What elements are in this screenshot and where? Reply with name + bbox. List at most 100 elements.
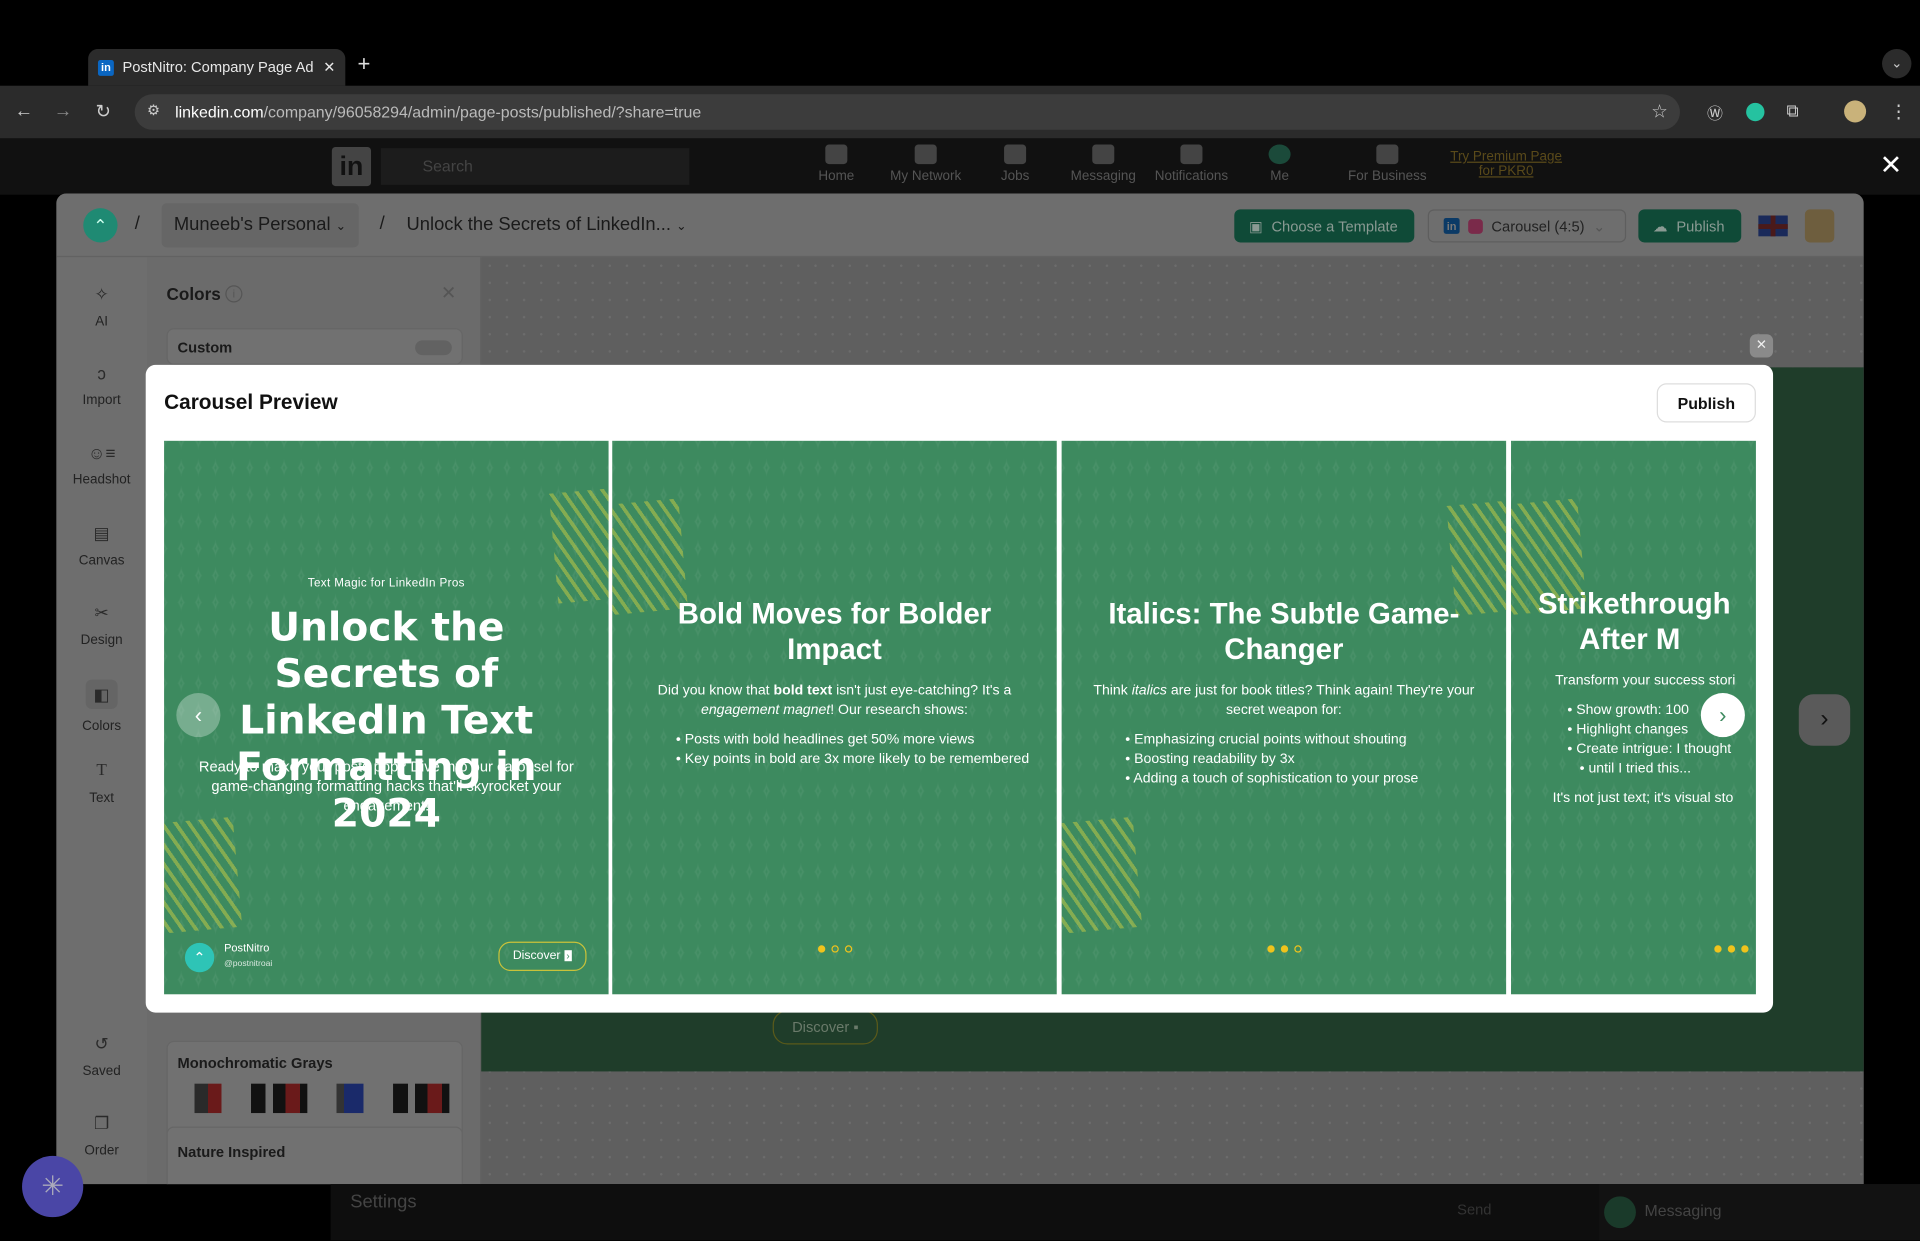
rail-saved[interactable]: ↺ Saved [56,1033,147,1078]
nav-jobs[interactable]: Jobs [972,144,1058,184]
paint-bucket-icon: ◧ [85,679,118,709]
back-icon[interactable]: ← [15,100,33,121]
rail-colors[interactable]: ◧ Colors [56,679,147,733]
browser-tab[interactable]: in PostNitro: Company Page Ad ✕ [88,48,346,86]
linkedin-icon: in [1443,217,1460,234]
rail-canvas[interactable]: ▤ Canvas [56,523,147,568]
publish-label: Publish [1676,217,1725,235]
messaging-label[interactable]: Messaging [1644,1201,1721,1219]
bullet: Posts with bold headlines get 50% more v… [676,730,1030,750]
modal-close-button[interactable]: ✕ [1749,334,1774,358]
reload-icon[interactable]: ↻ [96,100,111,123]
nav-home[interactable]: Home [793,144,879,184]
choose-template-label: Choose a Template [1271,217,1398,235]
bookmark-star-icon[interactable]: ☆ [1651,100,1667,123]
rail-design[interactable]: ✂ Design [56,602,147,647]
palette-name: Monochromatic Grays [177,1054,333,1072]
choose-template-button[interactable]: ▣ Choose a Template [1234,209,1415,243]
bullet: Adding a touch of sophistication to your… [1125,769,1479,789]
nav-label: Jobs [1000,168,1030,184]
panel-close-icon[interactable]: ✕ [441,282,456,304]
workspace-select[interactable]: Muneeb's Personal ⌄ [161,203,359,248]
language-flag-uk[interactable] [1758,215,1788,237]
modal-publish-button[interactable]: Publish [1656,383,1756,423]
info-icon[interactable]: i [225,285,243,303]
close-overlay-icon[interactable]: ✕ [1880,149,1903,181]
network-icon [914,144,937,165]
palette-nature-inspired[interactable]: Nature Inspired [166,1126,463,1185]
carousel-preview-modal: Carousel Preview Publish Text Magic for … [145,364,1774,1013]
palette-swatch[interactable] [180,1083,237,1114]
palette-swatch[interactable] [251,1083,308,1114]
nav-for-business[interactable]: For Business [1344,144,1430,184]
slide-title: Strikethrough After M [1537,587,1731,657]
rail-order[interactable]: ❐ Order [56,1113,147,1158]
carousel-slide-2: Bold Moves for Bolder Impact Did you kno… [612,440,1057,995]
palette-monochromatic-grays[interactable]: Monochromatic Grays [166,1040,463,1139]
home-icon [825,144,848,165]
postnitro-logo[interactable]: ⌃ [83,208,118,243]
postnitro-extension-icon[interactable] [1746,102,1765,122]
brand-name: PostNitro [224,941,270,954]
linkedin-favicon-icon: in [97,59,114,76]
carousel-next-button[interactable]: › [1700,693,1745,738]
tab-list-button[interactable]: ⌄ [1882,48,1912,79]
breadcrumb-separator: / [134,213,140,234]
body-text: isn't just eye-catching? It's a [832,683,1012,698]
forward-icon[interactable]: → [54,100,72,121]
body-text: Did you know that [657,683,774,698]
nav-my-network[interactable]: My Network [883,144,969,184]
body-text: are just for book titles? Think again! T… [1166,683,1475,718]
body-text: Transform your success stori [1555,673,1736,689]
site-info-icon[interactable]: ⚙ [147,102,160,119]
modal-title: Carousel Preview [164,390,338,414]
nav-label: For Business [1348,168,1427,184]
rail-headshot[interactable]: ☺≡ Headshot [56,443,147,487]
nav-messaging[interactable]: Messaging [1060,144,1146,184]
palette-name: Nature Inspired [177,1143,286,1161]
rail-label: Text [89,791,114,806]
palette-swatch[interactable] [393,1083,450,1114]
custom-toggle[interactable] [415,340,452,356]
slide-dots [612,945,1056,953]
custom-label: Custom [177,339,233,357]
rail-text[interactable]: T Text [56,762,147,806]
format-select[interactable]: in Carousel (4:5) ⌄ [1427,209,1627,243]
extensions-puzzle-icon[interactable]: ⧉ [1787,100,1799,121]
carousel-prev-button[interactable]: ‹ [176,693,221,738]
url-domain: linkedin.com [175,102,264,122]
panel-title: Colors [166,284,221,304]
slide-dots [1511,945,1749,953]
linkedin-search-input[interactable]: Search [380,148,690,185]
slide-body: Think italics are just for book titles? … [1089,681,1480,789]
nav-label: Notifications [1154,168,1229,184]
carousel-slide-3: Italics: The Subtle Game-Changer Think i… [1061,440,1507,995]
new-tab-button[interactable]: + [358,51,371,77]
slide-title: Bold Moves for Bolder Impact [677,597,992,667]
linkedin-logo[interactable]: in [331,146,372,187]
body-text: Think [1093,683,1132,698]
address-bar[interactable]: ⚙ linkedin.com/company/96058294/admin/pag… [134,94,1681,130]
user-avatar[interactable] [1804,209,1835,243]
postnitro-brand-icon: ⌃ [184,942,215,973]
rail-import[interactable]: ↄ Import [56,364,147,408]
nav-notifications[interactable]: Notifications [1149,144,1235,184]
tab-close-icon[interactable]: ✕ [323,59,335,76]
palette-swatch[interactable] [322,1083,379,1114]
profile-avatar[interactable] [1844,100,1867,123]
slide-body: Did you know that bold text isn't just e… [639,681,1030,769]
rail-label: Headshot [72,472,131,488]
discover-button[interactable]: Discover › [498,941,587,972]
header-publish-button[interactable]: ☁ Publish [1638,209,1742,243]
browser-menu-icon[interactable]: ⋮ [1889,100,1907,123]
rail-label: Design [80,633,123,648]
extension-icon[interactable]: Ⓦ [1707,100,1723,123]
try-premium-link[interactable]: Try Premium Page for PKR0 [1445,149,1567,178]
rail-ai[interactable]: ✧ AI [56,284,147,329]
nav-me[interactable]: Me [1237,144,1323,184]
canvas-next-slide-button[interactable]: › [1798,694,1851,746]
rail-label: Order [84,1143,119,1159]
send-button[interactable]: Send [1457,1201,1491,1218]
assistant-fab[interactable]: ✳ [22,1155,84,1218]
document-title-select[interactable]: Unlock the Secrets of LinkedIn... ⌄ [407,214,687,235]
